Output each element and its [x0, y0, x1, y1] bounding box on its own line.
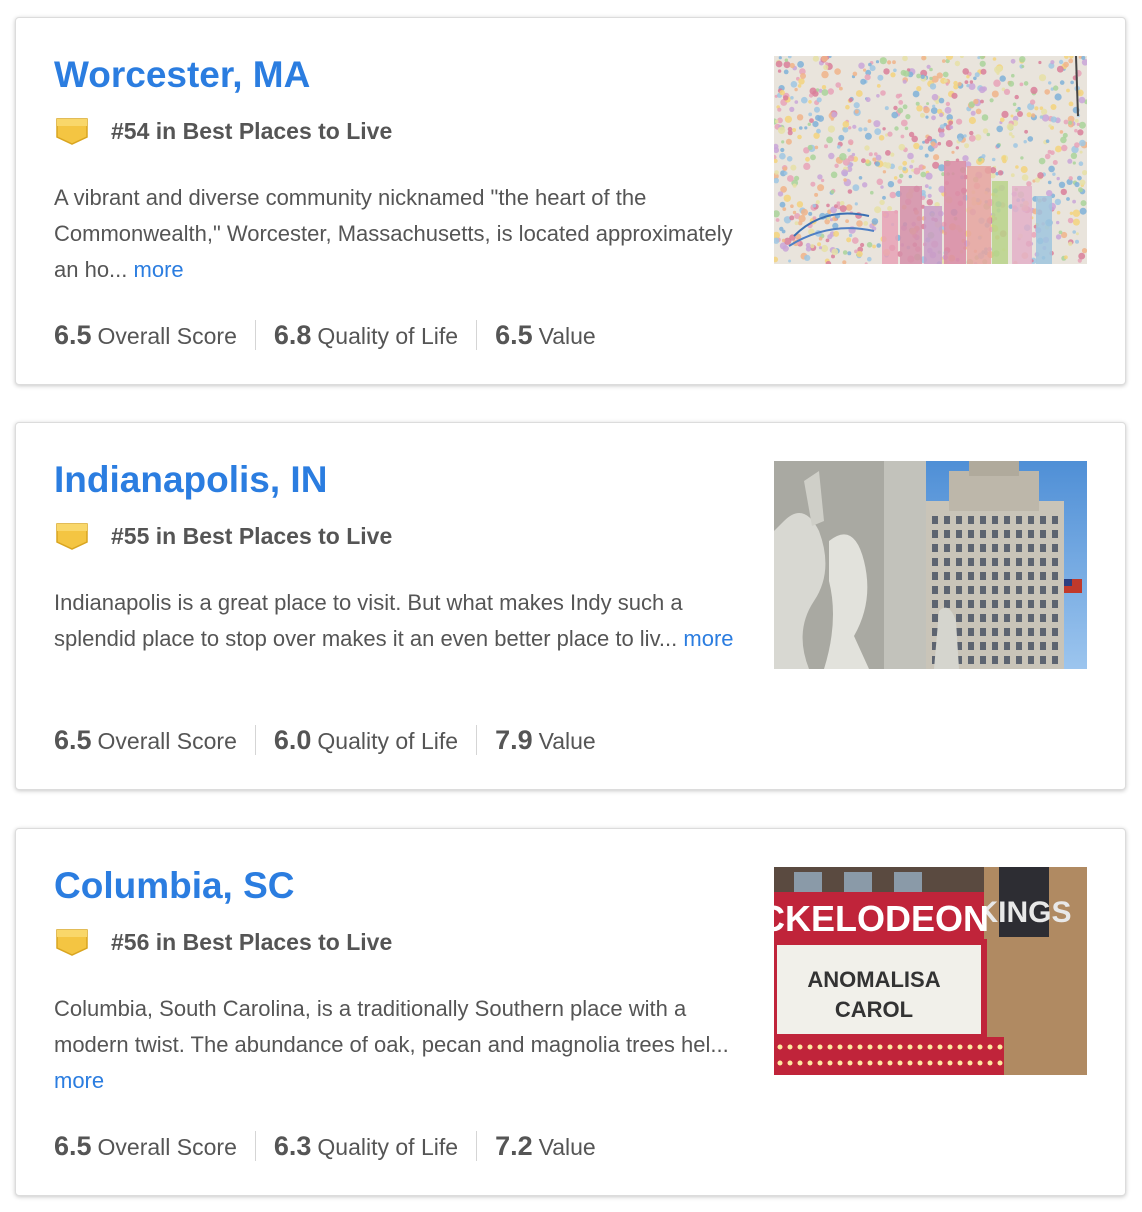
- score-label: Value: [538, 1133, 596, 1160]
- score-label: Value: [538, 322, 596, 349]
- rank-row: #54 in Best Places to Live: [54, 113, 392, 149]
- listing-description: Indianapolis is a great place to visit. …: [54, 585, 734, 657]
- score-value: 7.9: [495, 724, 533, 755]
- score-value: 6.3: [273, 1130, 312, 1161]
- score-row: 6.5 Overall Score 6.8 Quality of Life 6.…: [54, 315, 596, 355]
- marquee-line-2: CAROL: [835, 997, 913, 1022]
- quality-of-life-score: 6.3 Quality of Life: [274, 1131, 458, 1162]
- overall-score: 6.5 Overall Score: [54, 725, 237, 756]
- marquee-top-text: CKELODEON: [774, 898, 989, 939]
- more-link[interactable]: more: [134, 257, 184, 282]
- quality-of-life-score: 6.8 Quality of Life: [274, 320, 458, 351]
- score-value: 7.2: [495, 1130, 533, 1161]
- quality-of-life-score: 6.0 Quality of Life: [274, 725, 458, 756]
- score-label: Overall Score: [97, 1133, 237, 1160]
- value-score: 6.5 Value: [495, 320, 596, 351]
- score-value: 6.0: [273, 724, 312, 755]
- score-label: Quality of Life: [317, 1133, 459, 1160]
- score-value: 6.5: [54, 319, 92, 350]
- score-label: Quality of Life: [317, 727, 459, 754]
- listing-card: Worcester, MA #54 in Best Places to Live…: [15, 17, 1126, 385]
- score-label: Quality of Life: [317, 322, 459, 349]
- divider: [254, 1131, 256, 1161]
- sign-text: KINGS: [976, 896, 1071, 929]
- rank-row: #56 in Best Places to Live: [54, 924, 392, 960]
- rank-text: #56 in Best Places to Live: [111, 928, 393, 955]
- more-link[interactable]: more: [54, 1068, 104, 1093]
- monument-skyscraper-image: [774, 461, 1087, 669]
- description-text: Indianapolis is a great place to visit. …: [54, 590, 683, 651]
- divider: [476, 320, 478, 350]
- listing-title-link[interactable]: Indianapolis, IN: [54, 457, 327, 503]
- score-row: 6.5 Overall Score 6.3 Quality of Life 7.…: [54, 1126, 596, 1166]
- badge-icon: [54, 116, 90, 146]
- score-value: 6.5: [54, 1130, 92, 1161]
- badge-icon: [54, 521, 90, 551]
- badge-icon: [54, 927, 90, 957]
- listing-description: Columbia, South Carolina, is a tradition…: [54, 991, 734, 1099]
- divider: [476, 725, 478, 755]
- theater-marquee-image: KINGS CKELODEON ANOMALISA CAROL: [774, 867, 1087, 1075]
- score-value: 6.5: [495, 319, 533, 350]
- mosaic-art-image: [774, 56, 1087, 264]
- score-label: Overall Score: [97, 322, 237, 349]
- listing-card: Indianapolis, IN #55 in Best Places to L…: [15, 422, 1126, 790]
- divider: [254, 320, 256, 350]
- score-value: 6.8: [273, 319, 312, 350]
- score-value: 6.5: [54, 724, 92, 755]
- listing-title-link[interactable]: Columbia, SC: [54, 863, 295, 909]
- rank-text: #55 in Best Places to Live: [111, 522, 393, 549]
- listing-title-link[interactable]: Worcester, MA: [54, 52, 310, 98]
- description-text: Columbia, South Carolina, is a tradition…: [54, 996, 729, 1057]
- overall-score: 6.5 Overall Score: [54, 1131, 237, 1162]
- rank-text: #54 in Best Places to Live: [111, 117, 393, 144]
- city-photo[interactable]: [774, 461, 1087, 669]
- value-score: 7.9 Value: [495, 725, 596, 756]
- rank-row: #55 in Best Places to Live: [54, 518, 392, 554]
- value-score: 7.2 Value: [495, 1131, 596, 1162]
- marquee-line-1: ANOMALISA: [807, 967, 940, 992]
- score-label: Overall Score: [97, 727, 237, 754]
- score-row: 6.5 Overall Score 6.0 Quality of Life 7.…: [54, 720, 596, 760]
- city-photo[interactable]: KINGS CKELODEON ANOMALISA CAROL: [774, 867, 1087, 1075]
- more-link[interactable]: more: [683, 626, 733, 651]
- divider: [254, 725, 256, 755]
- listing-card: Columbia, SC #56 in Best Places to Live …: [15, 828, 1126, 1196]
- listing-description: A vibrant and diverse community nickname…: [54, 180, 734, 288]
- divider: [476, 1131, 478, 1161]
- city-photo[interactable]: [774, 56, 1087, 264]
- score-label: Value: [538, 727, 596, 754]
- overall-score: 6.5 Overall Score: [54, 320, 237, 351]
